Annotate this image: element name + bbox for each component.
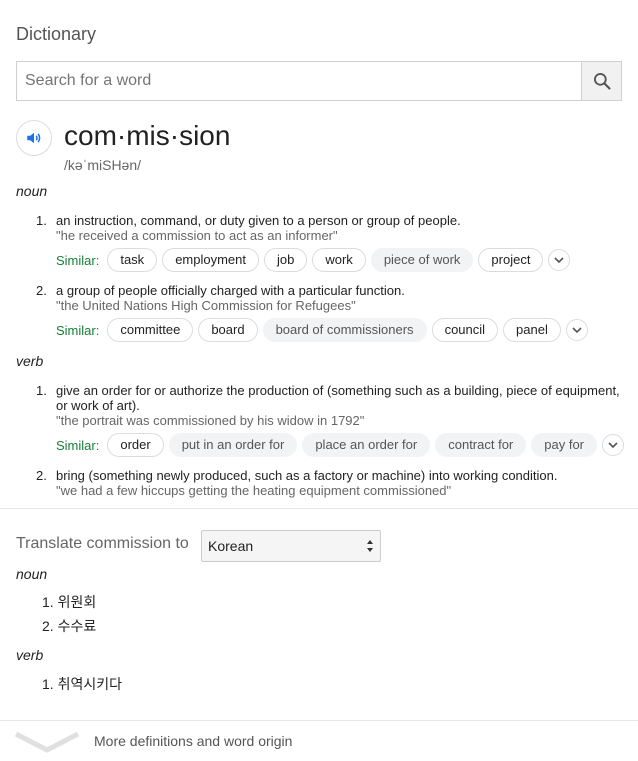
similar-chip[interactable]: order <box>107 433 164 457</box>
example: "we had a few hiccups getting the heatin… <box>56 483 452 498</box>
similar-chip[interactable]: work <box>312 248 366 272</box>
language-select[interactable]: Korean <box>201 530 381 562</box>
example: "the United Nations High Commission for … <box>56 298 356 313</box>
pronounce-button[interactable] <box>16 120 52 156</box>
similar-row: Similar: task employment job work piece … <box>56 248 571 272</box>
search-input[interactable] <box>17 62 581 100</box>
dictionary-title: Dictionary <box>16 24 97 44</box>
pos-noun: noun <box>16 183 48 199</box>
expand-similar-button[interactable] <box>548 249 571 271</box>
similar-chip[interactable]: job <box>264 248 308 272</box>
search-icon <box>593 73 611 90</box>
select-arrows-icon <box>367 540 373 552</box>
similar-row: Similar: order put in an order for place… <box>56 433 625 457</box>
divider <box>0 720 638 721</box>
pos-verb: verb <box>16 353 44 369</box>
similar-chip[interactable]: task <box>107 248 158 272</box>
similar-chip[interactable]: board of commissioners <box>262 318 427 342</box>
similar-chip[interactable]: project <box>478 248 544 272</box>
headword: com·mis·sion <box>64 120 231 151</box>
similar-chip[interactable]: committee <box>107 318 194 342</box>
expand-similar-button[interactable] <box>565 319 588 341</box>
definition: give an order for or authorize the produ… <box>56 383 620 413</box>
search-box <box>16 61 622 101</box>
translation-item: 1. 위원회 <box>42 594 97 610</box>
translate-pos-verb: verb <box>16 647 44 663</box>
example: "he received a commission to act as an i… <box>56 228 338 243</box>
similar-chip[interactable]: put in an order for <box>168 433 298 457</box>
phonetic: /kəˈmiSHən/ <box>64 157 142 173</box>
more-definitions-link[interactable]: More definitions and word origin <box>94 733 292 749</box>
search-button[interactable] <box>581 62 621 100</box>
similar-row: Similar: committee board board of commis… <box>56 318 588 342</box>
similar-label: Similar: <box>56 437 100 453</box>
similar-chip[interactable]: board <box>198 318 258 342</box>
similar-chip[interactable]: employment <box>162 248 259 272</box>
similar-chip[interactable]: contract for <box>435 433 527 457</box>
expand-similar-button[interactable] <box>602 434 625 456</box>
definition: bring (something newly produced, such as… <box>56 468 558 483</box>
translation-item: 2. 수수료 <box>42 618 97 634</box>
sense-number: 2. <box>36 468 47 483</box>
similar-chip[interactable]: pay for <box>531 433 598 457</box>
divider <box>0 508 638 509</box>
similar-chip[interactable]: panel <box>503 318 561 342</box>
speaker-icon <box>27 132 41 144</box>
sense-number: 2. <box>36 283 47 298</box>
language-select-value: Korean <box>208 538 254 554</box>
similar-chip[interactable]: place an order for <box>302 433 431 457</box>
similar-label: Similar: <box>56 252 100 268</box>
sense-number: 1. <box>36 213 47 228</box>
chevron-down-icon[interactable] <box>14 730 80 754</box>
sense-number: 1. <box>36 383 47 398</box>
translation-item: 1. 취역시키다 <box>42 676 122 692</box>
similar-label: Similar: <box>56 322 100 338</box>
chevron-down-icon <box>572 327 582 334</box>
chevron-down-icon <box>608 442 618 449</box>
chevron-down-icon <box>554 257 565 264</box>
translate-pos-noun: noun <box>16 566 48 582</box>
similar-chip[interactable]: council <box>431 318 499 342</box>
definition: a group of people officially charged wit… <box>56 283 405 298</box>
similar-chip[interactable]: piece of work <box>370 248 474 272</box>
translate-label: Translate commission to <box>16 535 189 552</box>
definition: an instruction, command, or duty given t… <box>56 213 461 228</box>
example: "the portrait was commissioned by his wi… <box>56 413 365 428</box>
